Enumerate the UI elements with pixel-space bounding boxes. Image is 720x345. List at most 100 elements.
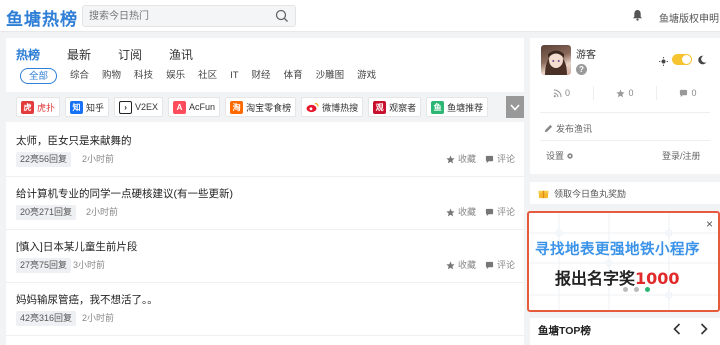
comment-button[interactable]: 评论 (485, 152, 515, 167)
source-taobao[interactable]: 淘 淘宝零食榜 (225, 97, 297, 117)
item-time: 3小时前 (73, 260, 106, 270)
next-arrow-icon[interactable] (700, 323, 708, 338)
settings-button[interactable]: 设置 (546, 149, 574, 162)
category-entertainment[interactable]: 娱乐 (166, 68, 185, 84)
tab-subscribe[interactable]: 订阅 (118, 46, 142, 63)
star-icon (616, 88, 626, 97)
stat-favorites[interactable]: 0 (593, 86, 656, 100)
rss-icon (553, 88, 562, 97)
category-funny[interactable]: 沙雕图 (316, 68, 345, 84)
item-replies: 20亮271回复 (16, 205, 77, 220)
category-it[interactable]: IT (230, 68, 238, 84)
comment-label: 评论 (497, 260, 516, 270)
main-panel: 热榜 最新 订阅 渔讯 全部 综合 购物 科技 娱乐 社区 IT 财经 体育 沙… (6, 38, 524, 345)
avatar[interactable] (541, 45, 571, 75)
favorite-button[interactable]: 收藏 (446, 258, 476, 273)
login-register-link[interactable]: 登录/注册 (662, 149, 701, 162)
carousel-dot[interactable] (623, 287, 628, 292)
item-title[interactable]: 妈妈输尿管癌，我不想活了。。 (16, 292, 158, 307)
item-title[interactable]: [慎入]日本某儿童生前片段 (16, 239, 137, 254)
bell-icon[interactable] (632, 9, 643, 24)
star-icon (446, 155, 455, 164)
item-replies: 27亮75回复 (16, 258, 72, 273)
comment-button[interactable]: 评论 (485, 205, 515, 220)
carousel-dot[interactable] (634, 287, 639, 292)
source-hupu[interactable]: 虎 虎扑 (16, 97, 61, 117)
promo-subline: 报出名字奖1000 (555, 265, 680, 289)
source-label: V2EX (135, 102, 159, 112)
prev-arrow-icon[interactable] (673, 323, 681, 338)
top-header: 鱼塘热榜 鱼塘版权申明 (0, 0, 720, 32)
theme-toggle[interactable] (672, 54, 692, 65)
category-sports[interactable]: 体育 (284, 68, 303, 84)
comment-label: 评论 (497, 154, 516, 164)
category-general[interactable]: 综合 (70, 68, 89, 84)
item-title[interactable]: 给计算机专业的同学一点硬核建议(有一些更新) (16, 186, 233, 201)
comment-icon (485, 155, 494, 164)
site-logo[interactable]: 鱼塘热榜 (6, 5, 78, 30)
help-badge[interactable]: ? (576, 64, 587, 75)
daily-reward-button[interactable]: 领取今日鱼丸奖励 (530, 182, 720, 204)
source-v2ex[interactable]: › V2EX (114, 97, 164, 117)
promo-number: 1000 (635, 269, 680, 288)
guancha-icon: 观 (373, 100, 387, 114)
favorite-button[interactable]: 收藏 (446, 205, 476, 220)
map-background (529, 213, 718, 310)
tab-news[interactable]: 渔讯 (169, 46, 193, 63)
source-guancha[interactable]: 观 观察者 (368, 97, 422, 117)
source-label: 知乎 (86, 102, 105, 113)
carousel-dot-active[interactable] (645, 287, 650, 292)
stat-value: 0 (628, 88, 634, 98)
toggle-knob (682, 55, 691, 64)
divider (540, 112, 710, 113)
category-tech[interactable]: 科技 (134, 68, 153, 84)
zhihu-icon: 知 (70, 100, 84, 114)
search-box[interactable] (82, 5, 296, 27)
list-item[interactable]: 给计算机专业的同学一点硬核建议(有一些更新) 20亮271回复 2小时前 收藏 … (6, 177, 524, 230)
copyright-link[interactable]: 鱼塘版权申明 (659, 10, 719, 25)
list-item[interactable]: 妈妈输尿管癌，我不想活了。。 42亮316回复 2小时前 (6, 283, 524, 336)
source-acfun[interactable]: A AcFun (168, 97, 221, 117)
category-bar: 全部 综合 购物 科技 娱乐 社区 IT 财经 体育 沙雕图 游戏 (20, 68, 389, 84)
source-bar: 虎 虎扑 知 知乎 › V2EX A AcFun 淘 淘宝零食榜 微博热搜 观 … (6, 92, 524, 122)
top-list-header: 鱼塘TOP榜 (530, 318, 720, 345)
taobao-icon: 淘 (230, 100, 244, 114)
item-title[interactable]: 太师，臣女只是来献舞的 (16, 133, 132, 148)
search-input[interactable] (83, 6, 263, 26)
search-icon[interactable] (275, 9, 289, 26)
category-all[interactable]: 全部 (20, 68, 58, 84)
tab-hot[interactable]: 热榜 (16, 46, 40, 63)
source-weibo[interactable]: 微博热搜 (301, 97, 364, 117)
source-zhihu[interactable]: 知 知乎 (65, 97, 110, 117)
category-finance[interactable]: 财经 (252, 68, 271, 84)
carousel-dots (623, 287, 656, 292)
acfun-icon: A (173, 100, 187, 114)
settings-label: 设置 (546, 151, 565, 161)
category-games[interactable]: 游戏 (357, 68, 376, 84)
category-community[interactable]: 社区 (198, 68, 217, 84)
stat-followers[interactable]: 0 (530, 86, 593, 100)
comment-button[interactable]: 评论 (485, 258, 515, 273)
source-yutang[interactable]: 鱼 鱼塘推荐 (426, 97, 489, 117)
reward-label: 领取今日鱼丸奖励 (554, 188, 627, 199)
profile-stats: 0 0 0 (530, 86, 720, 100)
category-shopping[interactable]: 购物 (102, 68, 121, 84)
promo-banner[interactable]: × 寻找地表更强地铁小程序 报出名字奖1000 (527, 211, 720, 312)
list-item[interactable]: 太师，臣女只是来献舞的 22亮56回复 2小时前 收藏 评论 (6, 124, 524, 177)
stat-comments[interactable]: 0 (656, 86, 719, 100)
promo-headline: 寻找地表更强地铁小程序 (535, 242, 700, 258)
source-label: 淘宝零食榜 (246, 102, 292, 113)
comment-icon (485, 261, 494, 270)
favorite-button[interactable]: 收藏 (446, 152, 476, 167)
favorite-label: 收藏 (458, 207, 477, 217)
close-icon[interactable]: × (706, 218, 713, 230)
list-item[interactable]: [慎入]日本某儿童生前片段 27亮75回复 3小时前 收藏 评论 (6, 230, 524, 283)
post-news-button[interactable]: 发布渔讯 (544, 122, 592, 135)
expand-sources-button[interactable] (506, 96, 524, 118)
sun-icon (659, 55, 668, 69)
promo-prefix: 报出名字奖 (555, 269, 636, 288)
tab-latest[interactable]: 最新 (67, 46, 91, 63)
stat-value: 0 (564, 88, 570, 98)
star-icon (446, 208, 455, 217)
v2ex-icon: › (119, 100, 133, 114)
